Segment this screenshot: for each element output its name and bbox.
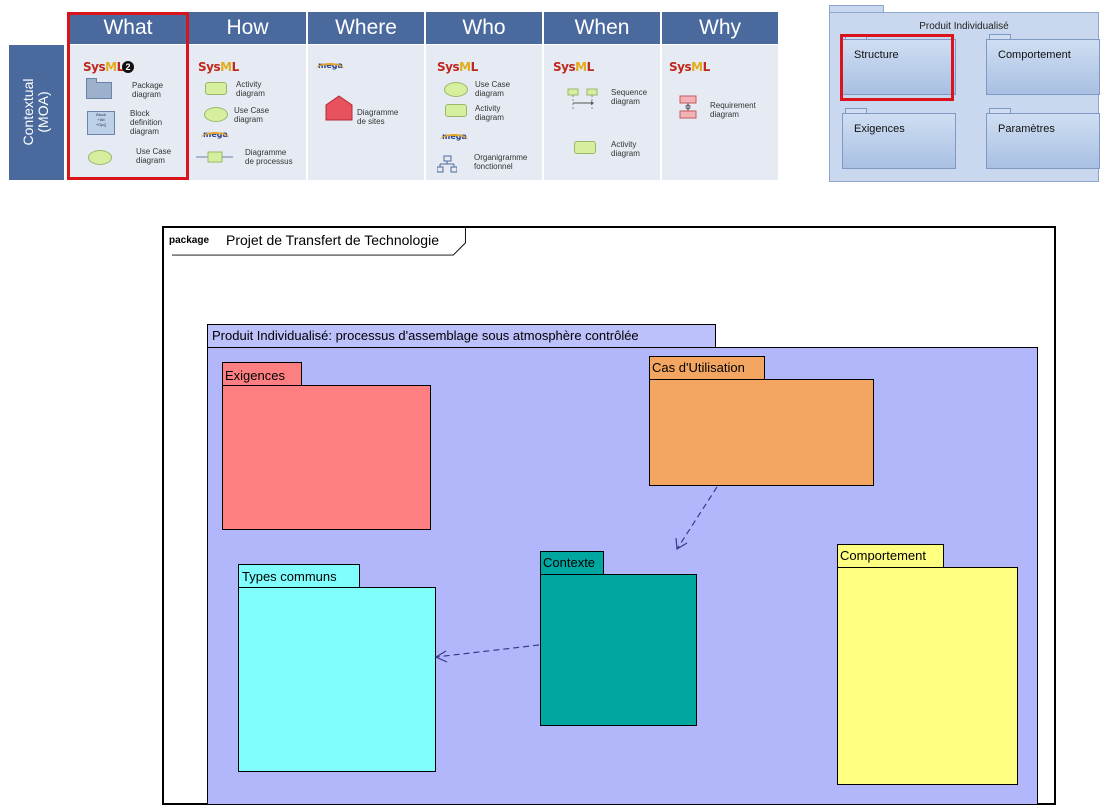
package-label: Paramètres: [998, 123, 1055, 135]
use-case-label: Use Case diagram: [234, 106, 270, 124]
mega-logo: mega: [201, 130, 229, 139]
row-label-contextual: Contextual (MOA): [9, 45, 64, 180]
sites-diagram-label: Diagramme de sites: [357, 108, 399, 126]
org-chart-label: Organigramme fonctionnel: [474, 153, 528, 171]
sysml-logo: SysML: [437, 60, 478, 74]
row-label-line1: Contextual: [20, 78, 36, 146]
activity-diagram-label: Activity diagram: [611, 140, 640, 158]
activity-diagram-label: Activity diagram: [236, 80, 265, 98]
use-case-label: Use Case diagram: [475, 80, 511, 98]
sysml-logo: SysML: [553, 60, 594, 74]
sysml-logo: SysML: [198, 60, 239, 74]
org-chart-icon: [437, 155, 457, 173]
package-exigences-label: Exigences: [225, 368, 285, 383]
package-types-communs-label: Types communs: [242, 569, 337, 584]
row-label-line2: (MOA): [35, 91, 51, 133]
highlight-what-column: [67, 12, 189, 180]
column-header-where: Where: [308, 12, 424, 44]
package-comportement[interactable]: Comportement: [986, 39, 1100, 95]
sysml-logo: SysML: [669, 60, 710, 74]
column-header-why: Why: [662, 12, 778, 44]
package-parametres[interactable]: Paramètres: [986, 113, 1100, 169]
highlight-structure: [840, 34, 954, 101]
package-contexte[interactable]: [540, 574, 697, 726]
package-exigences[interactable]: Exigences: [842, 113, 956, 169]
package-exigences[interactable]: [222, 385, 431, 530]
column-header-how: How: [189, 12, 306, 44]
requirement-icon: [679, 95, 697, 119]
use-case-icon: [204, 107, 228, 122]
mega-logo: mega: [316, 61, 344, 70]
panel-title: Produit Individualisé: [919, 21, 1009, 32]
package-comportement[interactable]: [837, 567, 1018, 785]
sequence-icon: [567, 88, 598, 109]
package-cas-utilisation[interactable]: [649, 379, 874, 486]
requirement-diagram-label: Requirement diagram: [710, 101, 756, 119]
column-header-who: Who: [426, 12, 542, 44]
activity-icon: [445, 104, 467, 117]
package-types-communs[interactable]: [238, 587, 436, 772]
mega-logo: mega: [440, 132, 468, 141]
package-label: Exigences: [854, 123, 905, 135]
activity-icon: [205, 82, 227, 95]
activity-diagram-label: Activity diagram: [475, 104, 504, 122]
use-case-icon: [444, 82, 468, 97]
activity-icon: [574, 141, 596, 154]
package-contexte-label: Contexte: [543, 555, 596, 570]
outer-package-label: Produit Individualisé: processus d'assem…: [212, 328, 639, 343]
frame-title: Projet de Transfert de Technologie: [226, 232, 439, 248]
frame-keyword: package: [169, 235, 210, 246]
sequence-diagram-label: Sequence diagram: [611, 88, 648, 106]
column-header-when: When: [544, 12, 660, 44]
site-icon: [325, 95, 353, 121]
process-icon: [196, 151, 233, 163]
package-label: Comportement: [998, 49, 1071, 61]
process-diagram-label: Diagramme de processus: [245, 148, 293, 166]
package-cas-utilisation-label: Cas d'Utilisation: [652, 360, 745, 375]
package-comportement-label: Comportement: [840, 548, 926, 563]
